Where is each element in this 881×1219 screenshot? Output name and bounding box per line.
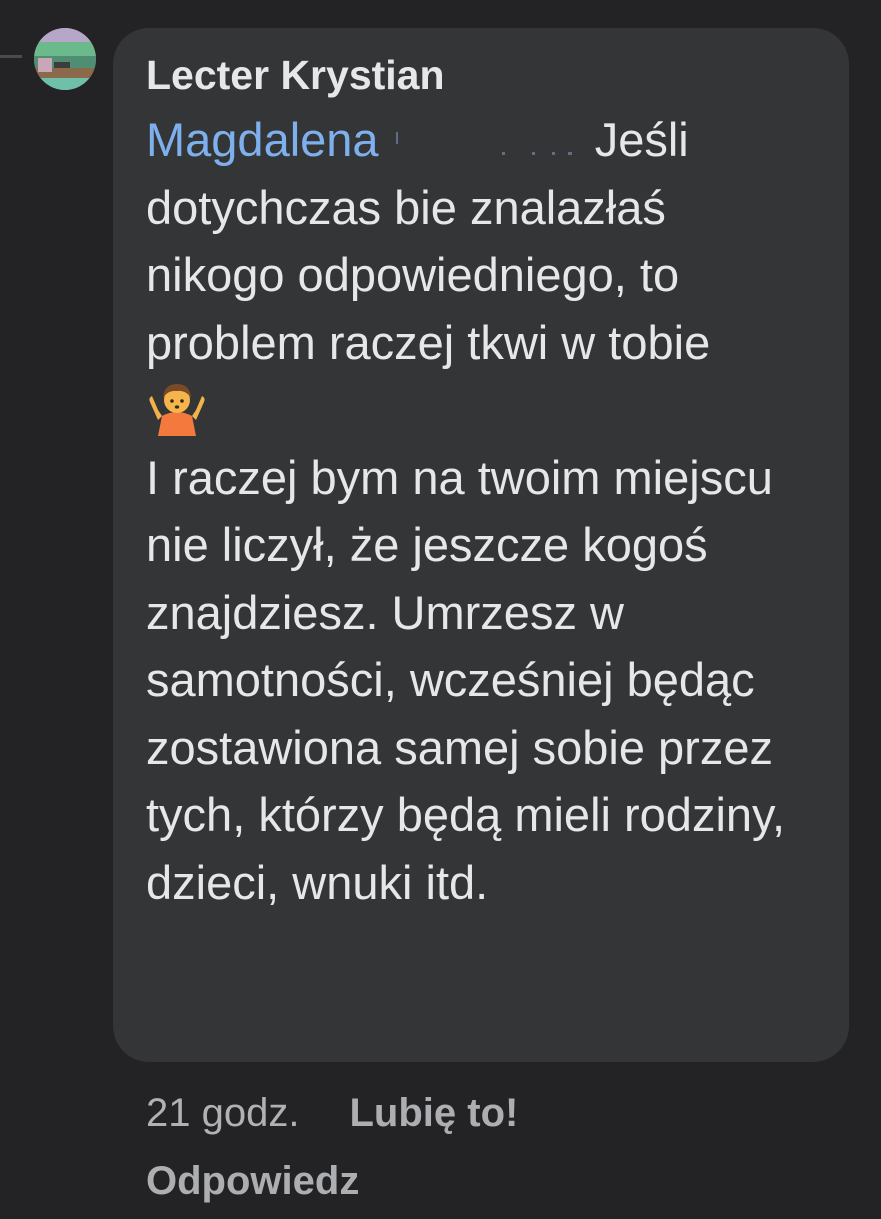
comment-author[interactable]: Lecter Krystian	[146, 50, 817, 100]
comment-timestamp[interactable]: 21 godz.	[146, 1091, 299, 1135]
person-shrugging-emoji	[146, 376, 208, 438]
comment-text-2: I raczej bym na twoim miejscu nie liczył…	[146, 450, 786, 909]
avatar[interactable]	[34, 28, 96, 90]
comment-text-paragraph-1: Magdalena Jeśli dotychczas bie znalazłaś…	[146, 106, 817, 916]
avatar-image	[34, 28, 96, 90]
reply-button[interactable]: Odpowiedz	[146, 1151, 706, 1211]
thread-connector-line	[0, 55, 22, 58]
actions-row-1: 21 godz. Lubię to!	[146, 1083, 706, 1143]
like-button[interactable]: Lubię to!	[349, 1091, 518, 1135]
redacted-surname	[392, 128, 582, 158]
mention-link[interactable]: Magdalena	[146, 113, 379, 166]
comment-actions: 21 godz. Lubię to! Odpowiedz	[146, 1083, 706, 1211]
comment-bubble: Lecter Krystian Magdalena Jeśli dotychcz…	[113, 28, 849, 1062]
